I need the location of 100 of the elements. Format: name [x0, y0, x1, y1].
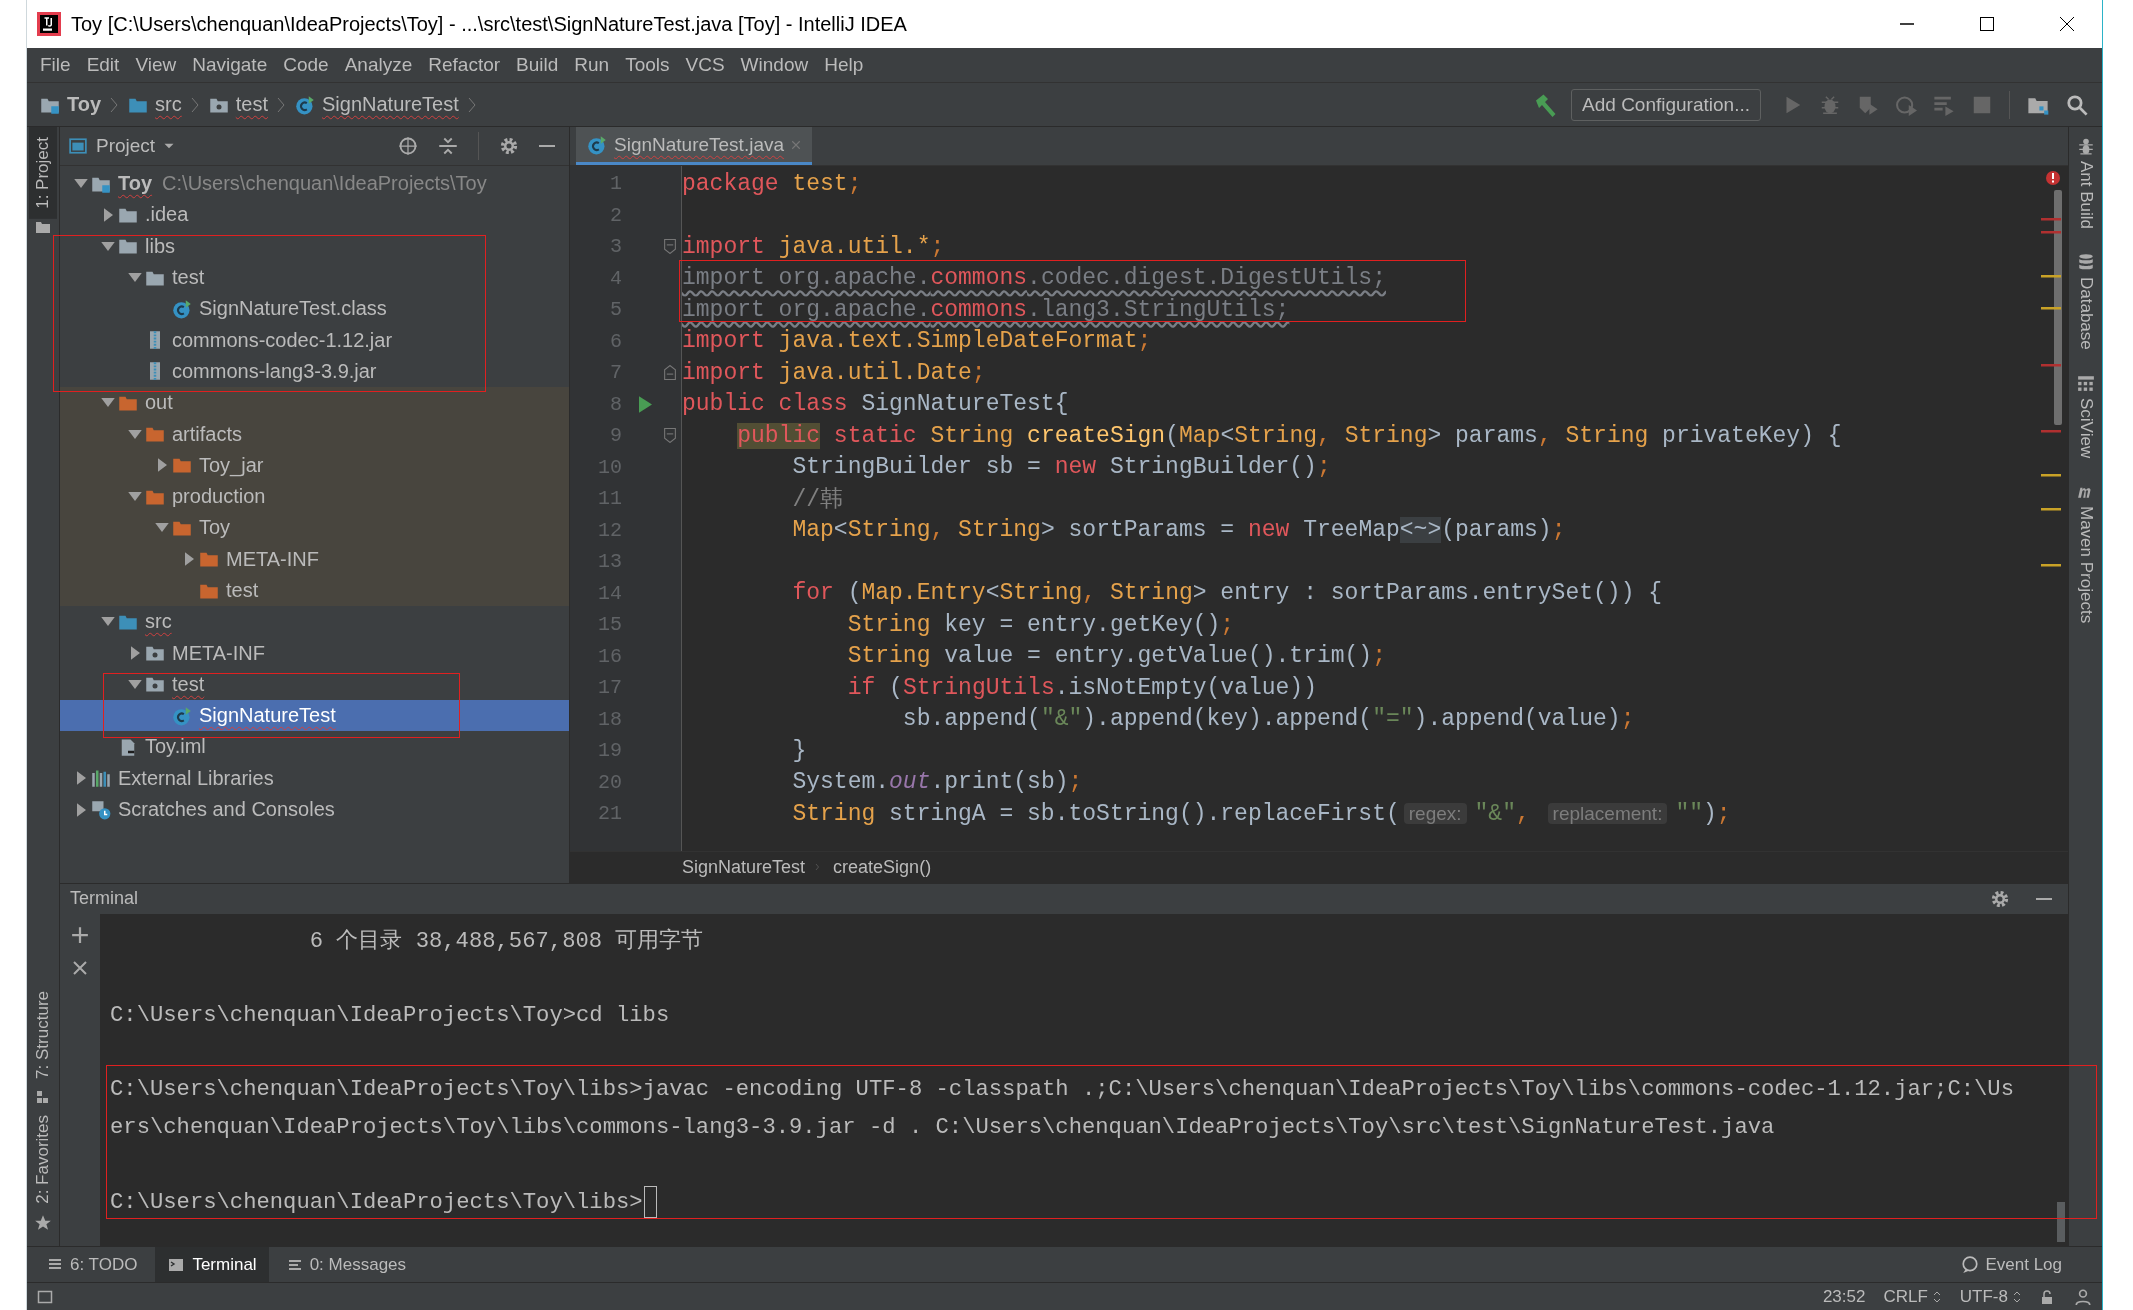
tree-item[interactable]: META-INF: [60, 637, 569, 669]
fold-icon[interactable]: [664, 239, 676, 255]
tree-item[interactable]: Toy.iml: [60, 731, 569, 763]
tree-item[interactable]: SignNatureTest: [60, 700, 569, 732]
menu-item[interactable]: Refactor: [421, 52, 508, 78]
tree-item[interactable]: src: [60, 606, 569, 638]
expanded-arrow-icon[interactable]: [101, 617, 115, 627]
collapsed-arrow-icon[interactable]: [130, 646, 140, 661]
hammer-icon: [1533, 92, 1558, 117]
breadcrumb-item[interactable]: test: [203, 91, 272, 118]
menu-item[interactable]: Navigate: [185, 52, 275, 78]
run-icon[interactable]: [638, 395, 652, 413]
expanded-arrow-icon[interactable]: [128, 679, 142, 689]
tool-window-tab[interactable]: Database: [2075, 247, 2096, 368]
tree-item[interactable]: Scratches and Consoles: [60, 793, 569, 826]
tree-item[interactable]: commons-codec-1.12.jar: [60, 324, 569, 356]
terminal-line: C:\Users\chenquan\IdeaProjects\Toy\libs>: [110, 1189, 643, 1215]
tool-window-tab[interactable]: 6: TODO: [35, 1247, 150, 1282]
fold-icon[interactable]: [664, 428, 676, 444]
code-line: }: [791, 737, 807, 764]
code-line: public class SignNatureTest{: [682, 391, 1069, 418]
tool-window-tab[interactable]: Ant Build: [2075, 131, 2096, 248]
expanded-arrow-icon[interactable]: [101, 241, 115, 251]
project-view-selector[interactable]: Project: [68, 135, 176, 157]
tool-window-tab[interactable]: 1: Project: [29, 127, 57, 219]
tree-item[interactable]: test: [60, 668, 569, 701]
clock-icon: [1895, 93, 1917, 116]
expanded-arrow-icon[interactable]: [128, 429, 142, 439]
library-icon: [90, 768, 112, 789]
editor-tab[interactable]: SignNatureTest.java: [576, 127, 813, 165]
fold-icon[interactable]: [664, 365, 676, 381]
target-icon: [398, 136, 418, 156]
collapsed-arrow-icon[interactable]: [103, 207, 113, 222]
new-session-button[interactable]: [71, 925, 89, 944]
expanded-arrow-icon[interactable]: [155, 523, 169, 533]
tree-item[interactable]: META-INF: [60, 543, 569, 575]
breadcrumb-item[interactable]: Toy: [35, 91, 106, 118]
menu-item[interactable]: VCS: [678, 52, 732, 78]
code-line: //韩: [791, 486, 844, 515]
tool-window-tab[interactable]: 0: Messages: [274, 1247, 419, 1282]
tool-window-tab[interactable]: Terminal: [155, 1247, 269, 1282]
class-icon: [171, 298, 193, 319]
event-log-button[interactable]: Event Log: [1961, 1254, 2062, 1275]
menu-item[interactable]: Help: [817, 52, 871, 78]
tree-item[interactable]: SignNatureTest.class: [60, 293, 569, 325]
tool-window-tab[interactable]: Maven Projects: [2075, 476, 2096, 642]
terminal-line: 6 个目录 38,488,567,808 可用字节: [308, 927, 704, 956]
tree-item[interactable]: commons-lang3-3.9.jar: [60, 355, 569, 388]
menu-item[interactable]: Code: [276, 52, 336, 78]
breadcrumb-item[interactable]: SignNatureTest: [290, 91, 463, 118]
tree-item[interactable]: artifacts: [60, 418, 569, 450]
menu-item[interactable]: View: [128, 52, 184, 78]
encoding-selector[interactable]: UTF-8: [1959, 1286, 2022, 1307]
line-separator-selector[interactable]: CRLF: [1883, 1286, 1942, 1307]
collapsed-arrow-icon[interactable]: [76, 771, 86, 786]
tree-item[interactable]: out: [60, 387, 569, 419]
tree-item[interactable]: production: [60, 480, 569, 513]
panel-title: Terminal: [70, 888, 139, 910]
tool-window-tab[interactable]: 7: Structure: [29, 981, 57, 1090]
structure-icon: [35, 1089, 51, 1106]
menu-item[interactable]: File: [33, 52, 78, 78]
code-line: package test;: [682, 170, 862, 197]
breadcrumb-item[interactable]: createSign(): [833, 856, 932, 878]
breadcrumb-item[interactable]: SignNatureTest: [682, 856, 806, 878]
menu-item[interactable]: Window: [733, 52, 816, 78]
grid-icon: [2076, 373, 2095, 392]
tree-item[interactable]: test: [60, 574, 569, 607]
expanded-arrow-icon[interactable]: [74, 179, 88, 189]
close-icon: [2059, 16, 2075, 32]
breadcrumb-item[interactable]: src: [123, 91, 186, 118]
tool-window-tab[interactable]: SciView: [2075, 367, 2096, 476]
caret-position[interactable]: 23:52: [1822, 1286, 1866, 1307]
minus-icon: [539, 145, 555, 147]
code-line: import org.apache.commons.lang3.StringUtils;: [682, 296, 1290, 323]
menu-item[interactable]: Run: [567, 52, 617, 78]
tree-item[interactable]: External Libraries: [60, 762, 569, 794]
code-line: for (Map.Entry<String, String> entry : sortParams.entrySet()) {: [791, 580, 1663, 607]
collapsed-arrow-icon[interactable]: [184, 552, 194, 567]
tree-item[interactable]: Toy_jar: [60, 449, 569, 481]
menu-item[interactable]: Edit: [79, 52, 127, 78]
scrollbar-thumb[interactable]: [2057, 1202, 2065, 1242]
tree-item[interactable]: Toy: [60, 512, 569, 544]
close-session-button[interactable]: [72, 959, 88, 976]
collapsed-arrow-icon[interactable]: [157, 458, 167, 473]
tree-item[interactable]: test: [60, 261, 569, 294]
tree-item[interactable]: Toy C:\Users\chenquan\IdeaProjects\Toy: [60, 168, 569, 200]
tree-item[interactable]: libs: [60, 230, 569, 262]
menu-item[interactable]: Tools: [618, 52, 677, 78]
tree-item[interactable]: .idea: [60, 199, 569, 231]
menu-item[interactable]: Build: [509, 52, 566, 78]
toggle-panels-button[interactable]: [37, 1288, 53, 1305]
expanded-arrow-icon[interactable]: [101, 398, 115, 408]
menu-item[interactable]: Analyze: [337, 52, 420, 78]
window-icon: [68, 137, 88, 155]
tool-window-tab[interactable]: 2: Favorites: [29, 1105, 57, 1214]
run-configuration-dropdown[interactable]: Add Configuration...: [1571, 88, 1761, 121]
collapsed-arrow-icon[interactable]: [76, 802, 86, 817]
expanded-arrow-icon[interactable]: [128, 273, 142, 283]
expanded-arrow-icon[interactable]: [128, 492, 142, 502]
database-icon: [2076, 253, 2095, 272]
